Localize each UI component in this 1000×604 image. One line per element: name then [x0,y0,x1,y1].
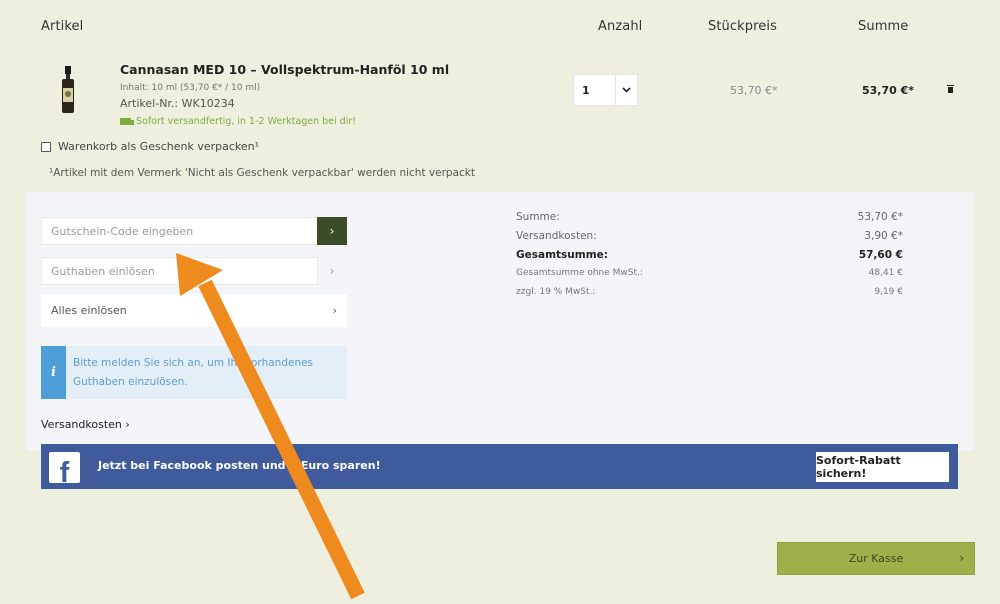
credit-submit-button[interactable]: › [317,257,347,285]
chevron-right-icon: › [329,264,335,278]
voucher-input[interactable]: Gutschein-Code eingeben [41,217,318,245]
gift-wrap-label: Warenkorb als Geschenk verpacken¹ [58,140,260,153]
facebook-banner-text: Jetzt bei Facebook posten und 2 Euro spa… [98,459,381,472]
quantity-select[interactable]: 1 [573,74,638,106]
chevron-down-icon[interactable] [615,75,637,105]
summary-shipping-label: Versandkosten: [516,230,597,242]
summary-vat-label: zzgl. 19 % MwSt.: [516,287,596,297]
header-sum: Summe [858,19,909,34]
shipping-status-text: Sofort versandfertig, in 1-2 Werktagen b… [136,116,357,127]
gift-wrap-checkbox[interactable] [41,141,51,152]
summary-sum-row: Summe: 53,70 €* [516,211,903,223]
chevron-right-icon: › [332,304,337,317]
info-icon: i [41,346,66,399]
gift-wrap-note: ¹Artikel mit dem Vermerk 'Nicht als Gesc… [49,167,475,179]
chevron-right-icon: › [959,551,964,565]
checkout-label: Zur Kasse [848,552,904,565]
header-quantity: Anzahl [598,19,643,34]
facebook-icon: f [49,452,80,483]
header-article: Artikel [41,19,84,34]
summary-net-value: 48,41 € [868,268,903,278]
info-text: Bitte melden Sie sich an, um Ihr vorhand… [73,357,314,388]
summary-sum-value: 53,70 €* [857,211,903,223]
product-content: Inhalt: 10 ml (53,70 €* / 10 ml) [120,83,261,93]
checkout-button[interactable]: Zur Kasse › [777,542,975,575]
credit-placeholder: Guthaben einlösen [51,264,155,278]
login-info-box: i Bitte melden Sie sich an, um Ihr vorha… [41,346,347,399]
quantity-value: 1 [582,83,590,97]
product-image[interactable] [57,66,79,114]
product-article-number: Artikel-Nr.: WK10234 [120,97,235,110]
summary-total-label: Gesamtsumme: [516,249,608,261]
voucher-placeholder: Gutschein-Code eingeben [51,224,194,238]
facebook-discount-button[interactable]: Sofort-Rabatt sichern! [816,452,949,482]
summary-sum-label: Summe: [516,211,560,223]
redeem-all-button[interactable]: Alles einlösen › [41,294,347,327]
shipping-status: Sofort versandfertig, in 1-2 Werktagen b… [120,116,356,127]
summary-total-row: Gesamtsumme: 57,60 € [516,249,903,261]
summary-shipping-value: 3,90 €* [864,230,903,242]
truck-icon [120,118,134,125]
product-name[interactable]: Cannasan MED 10 – Vollspektrum-Hanföl 10… [120,62,449,77]
summary-net-label: Gesamtsumme ohne MwSt.: [516,268,643,278]
summary-vat-row: zzgl. 19 % MwSt.: 9,19 € [516,287,903,297]
header-unit-price: Stückpreis [708,19,777,34]
chevron-right-icon: › [329,224,335,238]
gift-wrap-option[interactable]: Warenkorb als Geschenk verpacken¹ [41,140,259,153]
summary-vat-value: 9,19 € [874,287,903,297]
summary-total-value: 57,60 € [858,249,903,261]
unit-price: 53,70 €* [730,84,778,97]
line-total: 53,70 €* [862,84,915,97]
credit-input[interactable]: Guthaben einlösen [41,257,318,285]
shipping-costs-link[interactable]: Versandkosten › [41,418,130,431]
voucher-submit-button[interactable]: › [317,217,347,245]
summary-net-row: Gesamtsumme ohne MwSt.: 48,41 € [516,268,903,278]
summary-shipping-row: Versandkosten: 3,90 €* [516,230,903,242]
trash-icon[interactable] [943,83,957,97]
facebook-banner: f Jetzt bei Facebook posten und 2 Euro s… [41,444,958,489]
redeem-all-label: Alles einlösen [51,304,127,317]
